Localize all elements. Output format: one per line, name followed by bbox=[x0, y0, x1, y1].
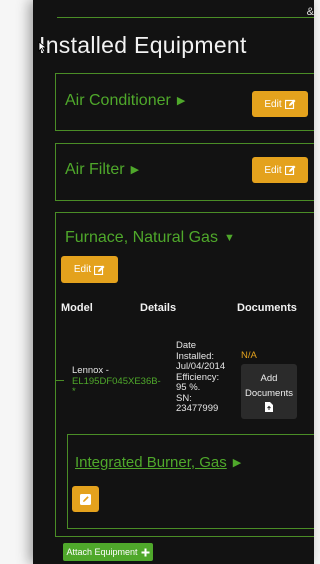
edit-icon bbox=[80, 493, 91, 505]
file-upload-icon bbox=[265, 402, 273, 412]
column-header-details: Details bbox=[140, 302, 177, 314]
plus-icon bbox=[141, 548, 150, 556]
equipment-card-air-conditioner: Air Conditioner ▶ Edit bbox=[55, 73, 314, 131]
edit-icon bbox=[284, 165, 296, 175]
detail-line: 95 %. bbox=[176, 382, 201, 393]
add-documents-label: Documents bbox=[244, 388, 294, 399]
edit-icon bbox=[94, 265, 105, 275]
column-header-model: Model bbox=[61, 302, 93, 314]
model-cell: Lennox - EL195DF045XE36B- * bbox=[72, 365, 161, 398]
equipment-panel: & Installed Equipment Air Conditioner ▶ E… bbox=[33, 0, 314, 564]
top-divider bbox=[57, 17, 314, 18]
attach-equipment-label: Attach Equipment bbox=[66, 547, 138, 557]
model-number-link[interactable]: EL195DF045XE36B- bbox=[72, 376, 161, 388]
caret-down-icon: ▼ bbox=[223, 232, 235, 244]
edit-button[interactable]: Edit bbox=[61, 256, 118, 283]
equipment-card-air-filter: Air Filter ▶ Edit bbox=[55, 143, 314, 201]
model-suffix: * bbox=[72, 386, 76, 397]
detail-line: Date bbox=[176, 340, 197, 351]
edit-label: Edit bbox=[73, 264, 92, 275]
edit-button[interactable]: Edit bbox=[252, 157, 308, 183]
equipment-card-furnace: Furnace, Natural Gas ▼ Edit Model Details… bbox=[55, 212, 314, 537]
top-right-glyph: & bbox=[306, 6, 314, 18]
documents-status: N/A bbox=[241, 350, 257, 361]
equipment-name[interactable]: Air Filter bbox=[65, 161, 125, 178]
cursor-icon bbox=[38, 41, 48, 53]
column-header-documents: Documents bbox=[237, 302, 297, 314]
edit-label: Edit bbox=[264, 98, 282, 110]
sub-component-edit-button[interactable] bbox=[72, 486, 99, 512]
detail-line: Jul/04/2014 bbox=[176, 361, 226, 372]
equipment-title-air-conditioner[interactable]: Air Conditioner ▶ bbox=[65, 92, 185, 110]
model-brand: Lennox - bbox=[72, 365, 109, 376]
add-documents-label: Add bbox=[260, 373, 278, 384]
equipment-name[interactable]: Air Conditioner bbox=[65, 92, 171, 109]
caret-right-icon: ▶ bbox=[176, 95, 186, 107]
edit-icon bbox=[284, 99, 296, 109]
caret-right-icon: ▶ bbox=[130, 164, 140, 176]
row-tick bbox=[55, 380, 64, 381]
details-cell: Date Installed: Jul/04/2014 Efficiency: … bbox=[176, 340, 226, 415]
equipment-title-air-filter[interactable]: Air Filter ▶ bbox=[65, 161, 139, 179]
sub-component-title[interactable]: Integrated Burner, Gas ▶ bbox=[75, 454, 241, 471]
sub-component-card: Integrated Burner, Gas ▶ bbox=[67, 434, 314, 529]
equipment-name[interactable]: Furnace, Natural Gas bbox=[65, 229, 218, 246]
equipment-title-furnace[interactable]: Furnace, Natural Gas ▼ bbox=[65, 229, 235, 247]
edit-label: Edit bbox=[264, 164, 282, 176]
caret-right-icon: ▶ bbox=[232, 457, 242, 469]
add-documents-button[interactable]: Add Documents bbox=[241, 364, 297, 419]
page-title: Installed Equipment bbox=[39, 32, 247, 58]
sub-component-name[interactable]: Integrated Burner, Gas bbox=[75, 454, 227, 471]
detail-line: 23477999 bbox=[176, 403, 219, 414]
attach-equipment-button[interactable]: Attach Equipment bbox=[63, 543, 153, 561]
edit-button[interactable]: Edit bbox=[252, 91, 308, 117]
